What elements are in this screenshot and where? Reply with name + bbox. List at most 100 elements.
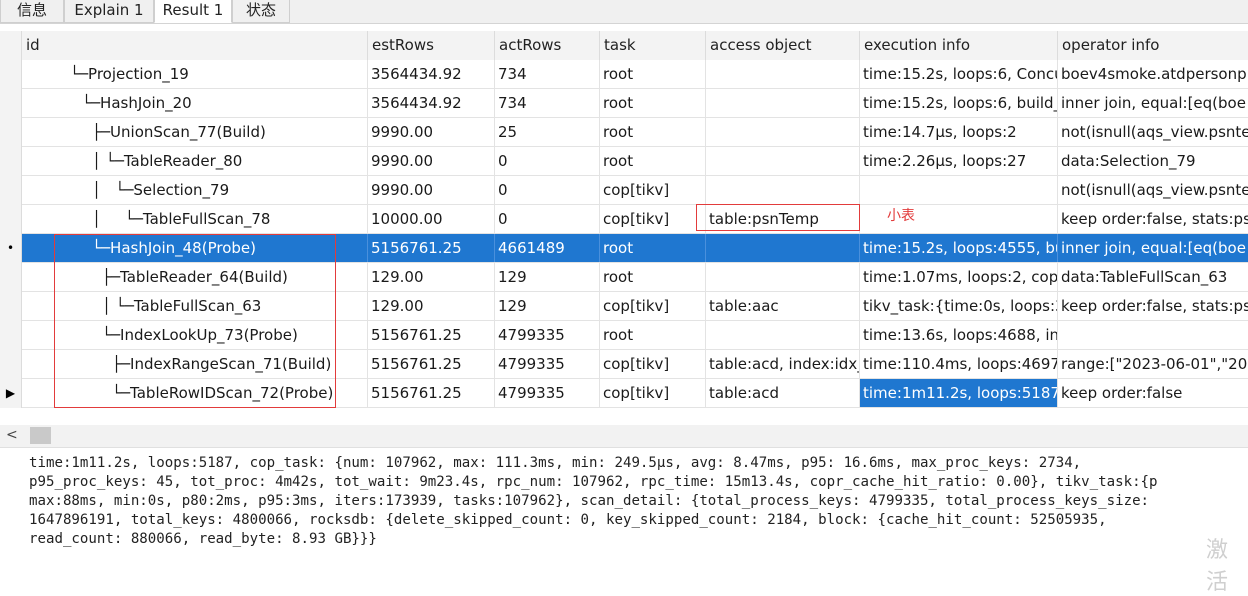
cell-access-object[interactable]: table:acd xyxy=(706,379,860,407)
cell-operator-info[interactable]: boev4smoke.atdpersonp xyxy=(1058,60,1248,88)
cell-operator-info[interactable]: keep order:false, stats:ps xyxy=(1058,205,1248,233)
cell-task[interactable]: root xyxy=(600,89,706,117)
table-row[interactable]: ▶ └─TableRowIDScan_72(Probe) 5156761.25 479… xyxy=(0,379,1248,408)
table-row[interactable]: │ └─TableFullScan_63 129.00 129 cop[tikv] ta… xyxy=(0,292,1248,321)
cell-execution-info[interactable]: time:13.6s, loops:4688, in xyxy=(860,321,1058,349)
cell-actrows[interactable]: 734 xyxy=(495,89,600,117)
cell-task[interactable]: root xyxy=(600,60,706,88)
cell-access-object[interactable] xyxy=(706,147,860,175)
cell-estrows[interactable]: 129.00 xyxy=(368,292,495,320)
row-selector[interactable]: • xyxy=(0,234,22,263)
cell-id[interactable]: ├─UnionScan_77(Build) xyxy=(22,118,368,146)
cell-execution-info[interactable]: tikv_task:{time:0s, loops:3 xyxy=(860,292,1058,320)
cell-access-object[interactable] xyxy=(706,234,860,262)
header-task[interactable]: task xyxy=(600,31,706,60)
cell-execution-info[interactable]: time:15.2s, loops:6, build_ xyxy=(860,89,1058,117)
scroll-thumb[interactable] xyxy=(30,427,51,444)
cell-task[interactable]: root xyxy=(600,263,706,291)
table-row[interactable]: │ └─Selection_79 9990.00 0 cop[tikv] not(isn… xyxy=(0,176,1248,205)
cell-actrows[interactable]: 4799335 xyxy=(495,321,600,349)
cell-task[interactable]: cop[tikv] xyxy=(600,205,706,233)
row-selector[interactable] xyxy=(0,350,22,379)
cell-actrows[interactable]: 129 xyxy=(495,263,600,291)
row-selector[interactable] xyxy=(0,292,22,321)
row-selector[interactable] xyxy=(0,205,22,234)
tab-explain-1[interactable]: Explain 1 xyxy=(64,0,154,23)
cell-operator-info[interactable]: keep order:false, stats:ps xyxy=(1058,292,1248,320)
cell-access-object[interactable] xyxy=(706,118,860,146)
cell-operator-info[interactable]: inner join, equal:[eq(boe xyxy=(1058,234,1248,262)
row-selector[interactable] xyxy=(0,147,22,176)
horizontal-scrollbar[interactable]: < xyxy=(0,425,1248,447)
cell-task[interactable]: cop[tikv] xyxy=(600,379,706,407)
cell-execution-info[interactable] xyxy=(860,176,1058,204)
cell-actrows[interactable]: 4799335 xyxy=(495,379,600,407)
cell-estrows[interactable]: 5156761.25 xyxy=(368,234,495,262)
cell-operator-info[interactable]: inner join, equal:[eq(boe xyxy=(1058,89,1248,117)
tab-result-1[interactable]: Result 1 xyxy=(154,0,232,23)
row-selector[interactable] xyxy=(0,263,22,292)
header-actrows[interactable]: actRows xyxy=(495,31,600,60)
cell-task[interactable]: root xyxy=(600,234,706,262)
cell-access-object[interactable]: table:psnTemp xyxy=(706,205,860,233)
cell-access-object[interactable]: table:acd, index:idx_ xyxy=(706,350,860,378)
cell-execution-info[interactable]: time:15.2s, loops:6, Concu xyxy=(860,60,1058,88)
cell-actrows[interactable]: 734 xyxy=(495,60,600,88)
cell-id[interactable]: ├─TableReader_64(Build) xyxy=(22,263,368,291)
header-id[interactable]: id xyxy=(22,31,368,60)
cell-task[interactable]: root xyxy=(600,321,706,349)
cell-execution-info[interactable]: time:2.26µs, loops:27 xyxy=(860,147,1058,175)
table-row[interactable]: ├─TableReader_64(Build) 129.00 129 root time… xyxy=(0,263,1248,292)
row-selector[interactable] xyxy=(0,60,22,89)
table-row[interactable]: └─Projection_19 3564434.92 734 root time:15.… xyxy=(0,60,1248,89)
cell-access-object[interactable] xyxy=(706,89,860,117)
cell-execution-info[interactable]: time:1.07ms, loops:2, cop xyxy=(860,263,1058,291)
cell-id[interactable]: └─TableRowIDScan_72(Probe) xyxy=(22,379,368,407)
cell-execution-info[interactable]: time:15.2s, loops:4555, bu xyxy=(860,234,1058,262)
cell-access-object[interactable] xyxy=(706,263,860,291)
cell-actrows[interactable]: 129 xyxy=(495,292,600,320)
table-row[interactable]: │ └─TableReader_80 9990.00 0 root time:2.26µ… xyxy=(0,147,1248,176)
cell-execution-info[interactable]: time:1m11.2s, loops:5187 xyxy=(860,379,1058,407)
cell-estrows[interactable]: 3564434.92 xyxy=(368,89,495,117)
row-selector[interactable] xyxy=(0,176,22,205)
cell-estrows[interactable]: 9990.00 xyxy=(368,147,495,175)
row-selector[interactable] xyxy=(0,118,22,147)
cell-operator-info[interactable] xyxy=(1058,321,1248,349)
detail-pane[interactable]: time:1m11.2s, loops:5187, cop_task: {num… xyxy=(0,447,1248,568)
cell-operator-info[interactable]: data:Selection_79 xyxy=(1058,147,1248,175)
cell-id[interactable]: ├─IndexRangeScan_71(Build) xyxy=(22,350,368,378)
cell-id[interactable]: └─Projection_19 xyxy=(22,60,368,88)
row-selector[interactable] xyxy=(0,89,22,118)
table-row[interactable]: ├─UnionScan_77(Build) 9990.00 25 root time:1… xyxy=(0,118,1248,147)
cell-id[interactable]: │ └─TableReader_80 xyxy=(22,147,368,175)
cell-task[interactable]: cop[tikv] xyxy=(600,292,706,320)
cell-actrows[interactable]: 0 xyxy=(495,205,600,233)
cell-actrows[interactable]: 4661489 xyxy=(495,234,600,262)
table-row[interactable]: └─IndexLookUp_73(Probe) 5156761.25 4799335… xyxy=(0,321,1248,350)
cell-id[interactable]: │ └─TableFullScan_63 xyxy=(22,292,368,320)
scroll-left-icon[interactable]: < xyxy=(6,427,18,443)
cell-estrows[interactable]: 10000.00 xyxy=(368,205,495,233)
cell-task[interactable]: root xyxy=(600,118,706,146)
cell-estrows[interactable]: 9990.00 xyxy=(368,118,495,146)
row-selector[interactable] xyxy=(0,321,22,350)
cell-execution-info[interactable]: time:14.7µs, loops:2 xyxy=(860,118,1058,146)
cell-access-object[interactable]: table:aac xyxy=(706,292,860,320)
cell-operator-info[interactable]: range:["2023-06-01","202 xyxy=(1058,350,1248,378)
cell-id[interactable]: └─HashJoin_48(Probe) xyxy=(22,234,368,262)
cell-task[interactable]: root xyxy=(600,147,706,175)
cell-access-object[interactable] xyxy=(706,60,860,88)
cell-estrows[interactable]: 129.00 xyxy=(368,263,495,291)
tab-status[interactable]: 状态 xyxy=(232,0,290,23)
table-row[interactable]: │ └─TableFullScan_78 10000.00 0 cop[tikv] ta… xyxy=(0,205,1248,234)
cell-estrows[interactable]: 5156761.25 xyxy=(368,379,495,407)
header-access-object[interactable]: access object xyxy=(706,31,860,60)
header-execution-info[interactable]: execution info xyxy=(860,31,1058,60)
table-row[interactable]: ├─IndexRangeScan_71(Build) 5156761.25 4799… xyxy=(0,350,1248,379)
cell-id[interactable]: └─IndexLookUp_73(Probe) xyxy=(22,321,368,349)
table-row[interactable]: • └─HashJoin_48(Probe) 5156761.25 4661489 ro… xyxy=(0,234,1248,263)
tab-info[interactable]: 信息 xyxy=(0,0,64,23)
cell-actrows[interactable]: 0 xyxy=(495,176,600,204)
cell-estrows[interactable]: 5156761.25 xyxy=(368,321,495,349)
